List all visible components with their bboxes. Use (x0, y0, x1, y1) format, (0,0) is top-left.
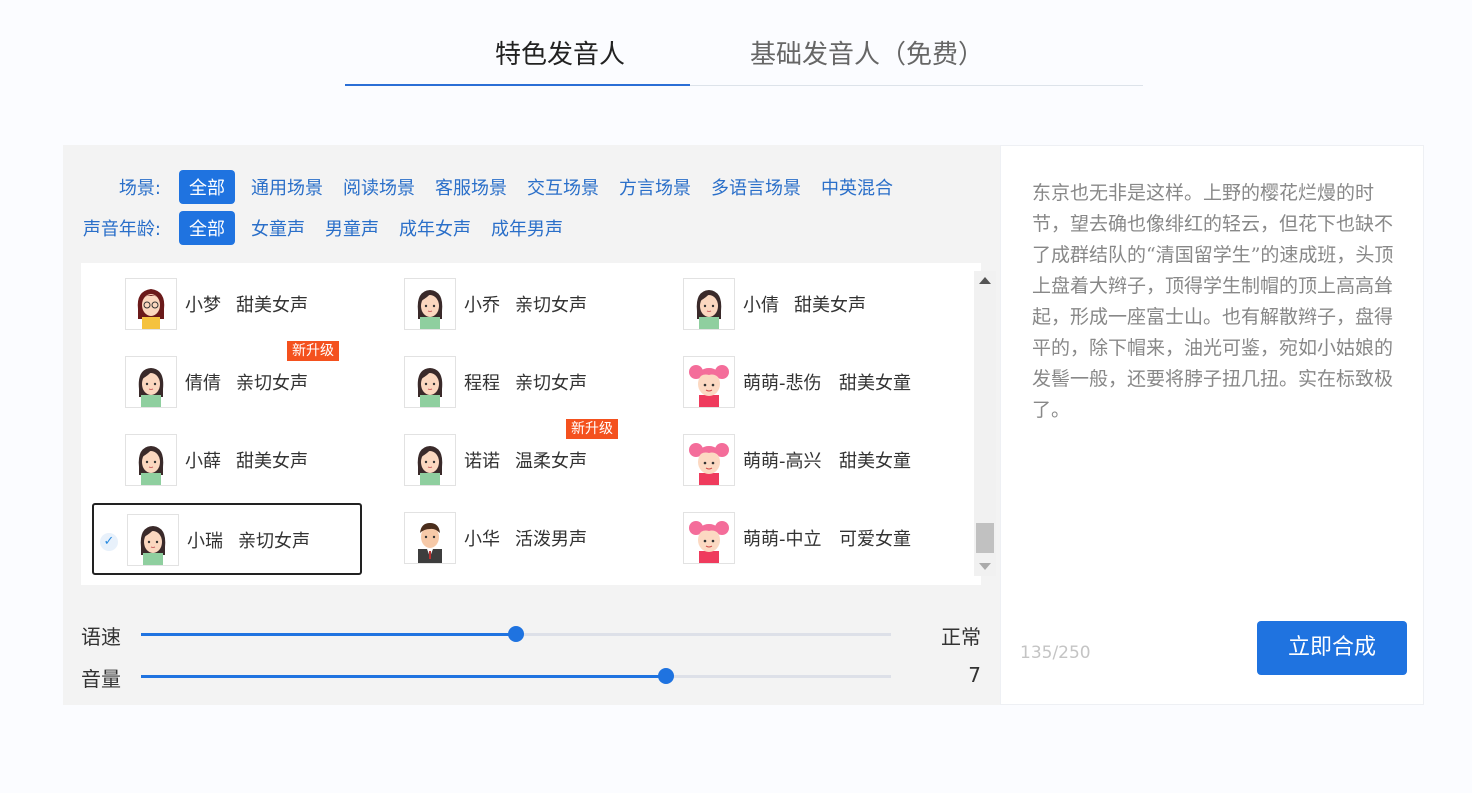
speed-slider-fill (141, 633, 516, 636)
voice-item[interactable]: 小薛 甜美女声 (92, 425, 362, 497)
scroll-up-arrow-icon[interactable] (979, 277, 991, 284)
volume-label: 音量 (81, 667, 121, 691)
age-chip-adult-male[interactable]: 成年男声 (487, 211, 567, 245)
age-chip-girl[interactable]: 女童声 (247, 211, 309, 245)
voice-selection-panel: 场景: 全部 通用场景 阅读场景 客服场景 交互场景 方言场景 多语言场景 中英… (63, 145, 1000, 705)
voice-name: 倩倩 (185, 373, 221, 394)
voice-description: 可爱女童 (839, 529, 911, 550)
voice-description: 甜美女童 (839, 373, 911, 394)
speed-slider-track[interactable] (141, 626, 891, 642)
age-filter-label: 声音年龄: (82, 219, 161, 240)
scene-chip-customer-service[interactable]: 客服场景 (431, 170, 511, 204)
age-chip-adult-female[interactable]: 成年女声 (395, 211, 475, 245)
voice-item[interactable]: 程程 亲切女声 (371, 347, 641, 419)
voice-name: 诺诺 (464, 451, 500, 472)
volume-slider-fill (141, 675, 666, 678)
voice-item[interactable]: 萌萌-高兴 甜美女童 (650, 425, 920, 497)
speed-slider-handle[interactable] (508, 626, 524, 642)
woman-avatar (683, 278, 735, 330)
scene-chip-interactive[interactable]: 交互场景 (523, 170, 603, 204)
woman-avatar (404, 434, 456, 486)
voice-item[interactable]: 小华 活泼男声 (371, 503, 641, 575)
voice-list: 小梦 甜美女声 小乔 亲切女声 小倩 甜美女声 倩倩 亲切女声 新升级 程程 亲切女声 萌萌-悲伤 甜美… (81, 263, 996, 585)
age-filter-row: 声音年龄: 全部 女童声 男童声 成年女声 成年男声 (63, 211, 579, 245)
voice-item[interactable]: 诺诺 温柔女声 新升级 (371, 419, 641, 497)
upgrade-badge: 新升级 (287, 341, 339, 361)
woman-glasses-avatar (125, 278, 177, 330)
voice-name: 萌萌-高兴 (743, 451, 822, 472)
woman-avatar (404, 278, 456, 330)
voice-name: 小瑞 (187, 531, 223, 552)
woman-avatar (125, 434, 177, 486)
voice-name: 小薛 (185, 451, 221, 472)
voice-name: 小倩 (743, 295, 779, 316)
voice-type-tabs: 特色发音人 基础发音人（免费） (345, 30, 1143, 86)
speed-slider-row: 语速 正常 (81, 619, 981, 649)
voice-description: 亲切女声 (238, 531, 310, 552)
voice-description: 亲切女声 (515, 295, 587, 316)
voice-item[interactable]: 萌萌-中立 可爱女童 (650, 503, 920, 575)
woman-avatar (127, 514, 179, 566)
scroll-thumb[interactable] (976, 523, 994, 553)
text-input-panel: 东京也无非是这样。上野的樱花烂熳的时节，望去确也像绯红的轻云，但花下也缺不了成群… (1000, 145, 1424, 705)
voice-name: 萌萌-悲伤 (743, 373, 822, 394)
voice-description: 甜美女声 (794, 295, 866, 316)
voice-description: 甜美女声 (236, 295, 308, 316)
man-avatar (404, 512, 456, 564)
tab-basic-voices[interactable]: 基础发音人（免费） (750, 34, 984, 71)
voice-item[interactable]: 倩倩 亲切女声 新升级 (92, 341, 362, 419)
voice-description: 甜美女声 (236, 451, 308, 472)
scene-filter-row: 场景: 全部 通用场景 阅读场景 客服场景 交互场景 方言场景 多语言场景 中英… (63, 170, 909, 204)
girl-avatar (683, 356, 735, 408)
voice-description: 亲切女声 (236, 373, 308, 394)
speed-label: 语速 (81, 625, 121, 649)
age-chip-all[interactable]: 全部 (179, 211, 235, 245)
speed-value: 正常 (941, 625, 981, 649)
active-tab-indicator (345, 84, 690, 86)
scroll-down-arrow-icon[interactable] (979, 563, 991, 570)
volume-slider-handle[interactable] (658, 668, 674, 684)
scene-chip-zh-en-mixed[interactable]: 中英混合 (817, 170, 897, 204)
selected-check-icon: ✓ (100, 533, 118, 551)
scene-filter-label: 场景: (118, 178, 161, 199)
scene-chip-all[interactable]: 全部 (179, 170, 235, 204)
scene-chip-general[interactable]: 通用场景 (247, 170, 327, 204)
volume-value: 7 (968, 663, 981, 687)
upgrade-badge: 新升级 (566, 419, 618, 439)
age-chip-boy[interactable]: 男童声 (321, 211, 383, 245)
voice-item[interactable]: 萌萌-悲伤 甜美女童 (650, 347, 920, 419)
woman-avatar (125, 356, 177, 408)
voice-name: 小乔 (464, 295, 500, 316)
voice-item[interactable]: 小倩 甜美女声 (650, 269, 920, 341)
woman-avatar (404, 356, 456, 408)
scene-chip-multilingual[interactable]: 多语言场景 (707, 170, 805, 204)
volume-slider-row: 音量 7 (81, 661, 981, 691)
character-count: 135/250 (1020, 643, 1091, 663)
voice-description: 亲切女声 (515, 373, 587, 394)
girl-avatar (683, 434, 735, 486)
voice-description: 活泼男声 (515, 529, 587, 550)
volume-slider-track[interactable] (141, 668, 891, 684)
synthesize-button[interactable]: 立即合成 (1257, 621, 1407, 675)
voice-description: 温柔女声 (515, 451, 587, 472)
scene-chip-reading[interactable]: 阅读场景 (339, 170, 419, 204)
voice-item[interactable]: 小梦 甜美女声 (92, 269, 362, 341)
voice-item[interactable]: ✓ 小瑞 亲切女声 (92, 503, 362, 575)
voice-name: 小梦 (185, 295, 221, 316)
voice-description: 甜美女童 (839, 451, 911, 472)
scene-chip-dialect[interactable]: 方言场景 (615, 170, 695, 204)
voice-item[interactable]: 小乔 亲切女声 (371, 269, 641, 341)
voice-name: 萌萌-中立 (743, 529, 822, 550)
voice-name: 小华 (464, 529, 500, 550)
voice-list-scrollbar[interactable] (974, 271, 996, 576)
tab-featured-voices[interactable]: 特色发音人 (495, 34, 625, 71)
voice-name: 程程 (464, 373, 500, 394)
girl-avatar (683, 512, 735, 564)
synthesis-text-area[interactable]: 东京也无非是这样。上野的樱花烂熳的时节，望去确也像绯红的轻云，但花下也缺不了成群… (1032, 178, 1394, 426)
